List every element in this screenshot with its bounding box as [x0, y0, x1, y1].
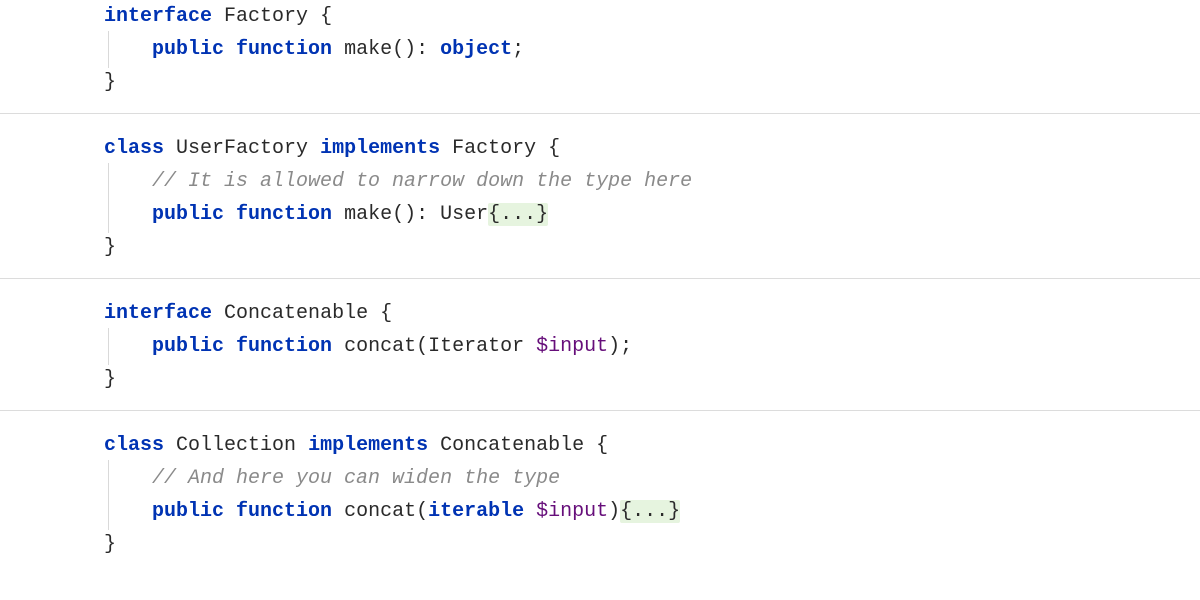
keyword-interface: interface — [104, 302, 212, 325]
return-type: object — [440, 38, 512, 61]
code-block-collection: class Collection implements Concatenable… — [0, 429, 1200, 561]
comment: // And here you can widen the type — [152, 467, 560, 490]
code-pre: interface Concatenable { public function… — [104, 297, 1200, 396]
keyword-public: public — [152, 203, 224, 226]
method-name: make — [344, 203, 392, 226]
folded-body: {...} — [620, 500, 680, 523]
comment: // It is allowed to narrow down the type… — [152, 170, 692, 193]
brace-close: } — [104, 368, 116, 391]
keyword-implements: implements — [320, 137, 440, 160]
paren-close: ) — [608, 500, 620, 523]
param-var: $input — [536, 335, 608, 358]
code-block-factory: interface Factory { public function make… — [0, 0, 1200, 114]
keyword-class: class — [104, 434, 164, 457]
semicolon: ; — [512, 38, 524, 61]
keyword-public: public — [152, 335, 224, 358]
colon: : — [416, 38, 428, 61]
method-name: concat — [344, 335, 416, 358]
semicolon: ; — [620, 335, 632, 358]
paren-open: ( — [416, 500, 428, 523]
method-name: make — [344, 38, 392, 61]
brace-open: { — [596, 434, 608, 457]
method-name: concat — [344, 500, 416, 523]
brace-close: } — [104, 236, 116, 259]
keyword-function: function — [236, 38, 332, 61]
type-name: Factory — [224, 5, 308, 28]
colon: : — [416, 203, 428, 226]
brace-open: { — [380, 302, 392, 325]
param-type: iterable — [428, 500, 524, 523]
keyword-public: public — [152, 500, 224, 523]
type-name: UserFactory — [176, 137, 308, 160]
base-type: Concatenable — [440, 434, 584, 457]
type-name: Collection — [176, 434, 296, 457]
brace-open: { — [548, 137, 560, 160]
param-type: Iterator — [428, 335, 524, 358]
code-block-concatenable: interface Concatenable { public function… — [0, 297, 1200, 411]
paren-close: ) — [608, 335, 620, 358]
return-type: User — [440, 203, 488, 226]
paren: () — [392, 203, 416, 226]
brace-open: { — [320, 5, 332, 28]
keyword-implements: implements — [308, 434, 428, 457]
keyword-function: function — [236, 500, 332, 523]
brace-close: } — [104, 71, 116, 94]
code-pre: class UserFactory implements Factory { /… — [104, 132, 1200, 264]
keyword-interface: interface — [104, 5, 212, 28]
keyword-class: class — [104, 137, 164, 160]
param-var: $input — [536, 500, 608, 523]
code-pre: class Collection implements Concatenable… — [104, 429, 1200, 561]
keyword-function: function — [236, 203, 332, 226]
base-type: Factory — [452, 137, 536, 160]
folded-body: {...} — [488, 203, 548, 226]
code-pre: interface Factory { public function make… — [104, 0, 1200, 99]
brace-close: } — [104, 533, 116, 556]
keyword-public: public — [152, 38, 224, 61]
code-listing: interface Factory { public function make… — [0, 0, 1200, 561]
keyword-function: function — [236, 335, 332, 358]
paren-open: ( — [416, 335, 428, 358]
code-block-userfactory: class UserFactory implements Factory { /… — [0, 132, 1200, 279]
paren-open: () — [392, 38, 416, 61]
type-name: Concatenable — [224, 302, 368, 325]
